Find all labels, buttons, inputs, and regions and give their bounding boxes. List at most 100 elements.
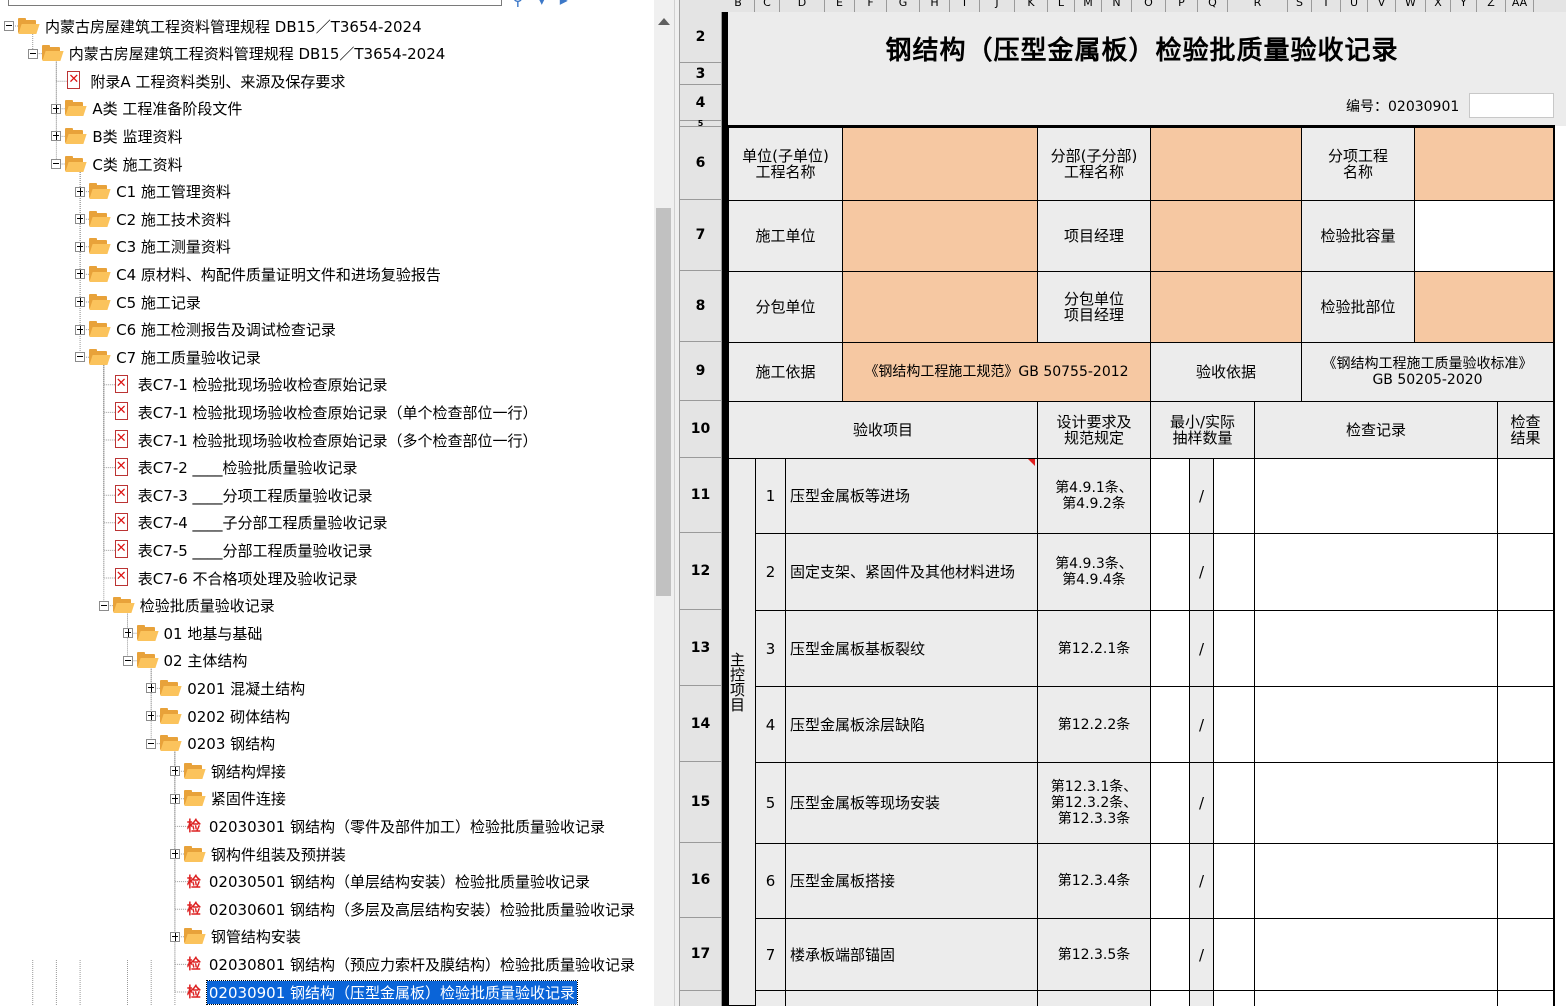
sample-actual-input[interactable] [1213, 990, 1255, 1006]
tree-node[interactable]: 02 主体结构 [122, 648, 250, 674]
tree-node[interactable]: ✕ 表C7-1 检验批现场验收检查原始记录（多个检查部位一行） [99, 427, 540, 453]
column-header[interactable]: Z [1477, 0, 1506, 12]
tree-node[interactable]: 内蒙古房屋建筑工程资料管理规程 DB15／T3654-2024 [4, 13, 424, 39]
expand-icon[interactable] [75, 241, 86, 252]
row-header[interactable]: 6 [680, 127, 721, 200]
sample-actual-input[interactable] [1213, 918, 1255, 992]
check-record-input[interactable] [1254, 458, 1498, 534]
row-header[interactable]: 11 [680, 458, 721, 533]
tree-node[interactable]: C1 施工管理资料 [75, 179, 233, 205]
expand-icon[interactable] [51, 131, 62, 142]
sub-unit-manager-input[interactable] [1150, 271, 1302, 343]
column-header[interactable]: H [920, 0, 950, 12]
column-header[interactable]: L [1048, 0, 1075, 12]
column-header[interactable]: V [1368, 0, 1396, 12]
collapse-icon[interactable] [75, 352, 86, 363]
tree-node[interactable]: ✕ 表C7-4 ____子分部工程质量验收记录 [99, 510, 390, 536]
unit-name-input[interactable] [842, 127, 1038, 201]
row-header[interactable]: 10 [680, 401, 721, 458]
check-result-input[interactable] [1497, 458, 1554, 534]
column-header[interactable]: T [1312, 0, 1341, 12]
expand-icon[interactable] [51, 103, 62, 114]
row-header[interactable]: 3 [680, 63, 721, 85]
column-header[interactable]: D [780, 0, 825, 12]
construction-unit-input[interactable] [842, 200, 1038, 272]
subitem-name-input[interactable] [1414, 127, 1554, 201]
check-result-input[interactable] [1497, 610, 1554, 687]
column-header[interactable]: Y [1451, 0, 1477, 12]
check-record-input[interactable] [1254, 843, 1498, 919]
tree-node[interactable]: 检 02030501 钢结构（单层结构安装）检验批质量验收记录 [170, 869, 592, 895]
check-record-input[interactable] [1254, 610, 1498, 687]
expand-icon[interactable] [75, 324, 86, 335]
sample-actual-input[interactable] [1213, 458, 1255, 534]
tree-node[interactable]: C4 原材料、构配件质量证明文件和进场复验报告 [75, 261, 443, 287]
row-header[interactable]: 7 [680, 200, 721, 271]
sample-min-input[interactable] [1150, 533, 1190, 611]
sample-actual-input[interactable] [1213, 610, 1255, 687]
check-result-input[interactable] [1497, 762, 1554, 844]
expand-icon[interactable] [146, 683, 157, 694]
column-header[interactable]: M [1075, 0, 1102, 12]
column-header[interactable]: C [755, 0, 780, 12]
check-result-input[interactable] [1497, 990, 1554, 1006]
sample-min-input[interactable] [1150, 458, 1190, 534]
sub-unit-input[interactable] [842, 271, 1038, 343]
collapse-icon[interactable] [27, 48, 38, 59]
column-header[interactable]: F [855, 0, 887, 12]
column-header[interactable]: N [1102, 0, 1132, 12]
tree-node[interactable]: 检 02030801 钢结构（预应力索杆及膜结构）检验批质量验收记录 [170, 951, 637, 977]
check-record-input[interactable] [1254, 990, 1498, 1006]
tree-node[interactable]: C类 施工资料 [51, 151, 184, 177]
tree-node[interactable]: 0202 砌体结构 [146, 703, 292, 729]
collapse-icon[interactable] [98, 600, 109, 611]
scroll-up-icon[interactable] [658, 18, 670, 25]
collapse-icon[interactable] [122, 655, 133, 666]
tree-node[interactable]: 检 02030901 钢结构（压型金属板）检验批质量验收记录 [170, 979, 579, 1005]
row-header[interactable]: 12 [680, 533, 721, 610]
tree-node[interactable]: ✕ 附录A 工程资料类别、来源及保存要求 [51, 68, 347, 94]
sample-min-input[interactable] [1150, 990, 1190, 1006]
column-header[interactable]: AA [1506, 0, 1534, 12]
check-record-input[interactable] [1254, 533, 1498, 611]
tree-node[interactable]: ✕ 表C7-6 不合格项处理及验收记录 [99, 565, 360, 591]
column-header[interactable]: X [1426, 0, 1451, 12]
expand-icon[interactable] [75, 186, 86, 197]
tree-node[interactable]: 钢管结构安装 [169, 924, 303, 950]
tree-node[interactable]: ✕ 表C7-2 ____检验批质量验收记录 [99, 455, 360, 481]
column-header[interactable]: O [1132, 0, 1166, 12]
expand-icon[interactable] [169, 766, 180, 777]
tree-scrollbar[interactable] [654, 0, 674, 1006]
tree-node[interactable]: C2 施工技术资料 [75, 206, 233, 232]
tree-node[interactable]: C6 施工检测报告及调试检查记录 [75, 317, 338, 343]
acceptance-basis-value[interactable]: 《钢结构工程施工质量验收标准》 GB 50205-2020 [1301, 342, 1554, 402]
tree-node[interactable]: 0201 混凝土结构 [146, 675, 307, 701]
tree-node[interactable]: ✕ 表C7-1 检验批现场验收检查原始记录（单个检查部位一行） [99, 399, 540, 425]
tree-node[interactable]: 内蒙古房屋建筑工程资料管理规程 DB15／T3654-2024 [27, 41, 448, 67]
tree-node[interactable]: 检 02030301 钢结构（零件及部件加工）检验批质量验收记录 [170, 813, 607, 839]
tree-node[interactable]: ✕ 表C7-3 ____分项工程质量验收记录 [99, 482, 375, 508]
tree-node[interactable]: 0203 钢结构 [146, 731, 277, 757]
column-header[interactable]: R [1228, 0, 1288, 12]
tree-node[interactable]: ✕ 表C7-5 ____分部工程质量验收记录 [99, 537, 375, 563]
comment-marker-icon[interactable] [1028, 459, 1035, 466]
form-number-cell[interactable] [1469, 93, 1554, 118]
column-header[interactable]: I [950, 0, 980, 12]
scroll-thumb[interactable] [656, 208, 671, 596]
sample-min-input[interactable] [1150, 762, 1190, 844]
column-header[interactable]: W [1396, 0, 1426, 12]
sample-actual-input[interactable] [1213, 686, 1255, 763]
sample-min-input[interactable] [1150, 918, 1190, 992]
sample-actual-input[interactable] [1213, 533, 1255, 611]
check-record-input[interactable] [1254, 918, 1498, 992]
expand-icon[interactable] [169, 793, 180, 804]
column-header[interactable]: Q [1198, 0, 1228, 12]
tree-node[interactable]: 01 地基与基础 [122, 620, 265, 646]
expand-icon[interactable] [169, 849, 180, 859]
expand-icon[interactable] [146, 711, 157, 721]
tree-node[interactable]: 检 02030601 钢结构（多层及高层结构安装）检验批质量验收记录 [170, 896, 637, 922]
construction-basis-value[interactable]: 《钢结构工程施工规范》GB 50755-2012 [842, 342, 1151, 402]
check-result-input[interactable] [1497, 533, 1554, 611]
tree-node[interactable]: A类 工程准备阶段文件 [51, 96, 244, 122]
check-record-input[interactable] [1254, 686, 1498, 763]
